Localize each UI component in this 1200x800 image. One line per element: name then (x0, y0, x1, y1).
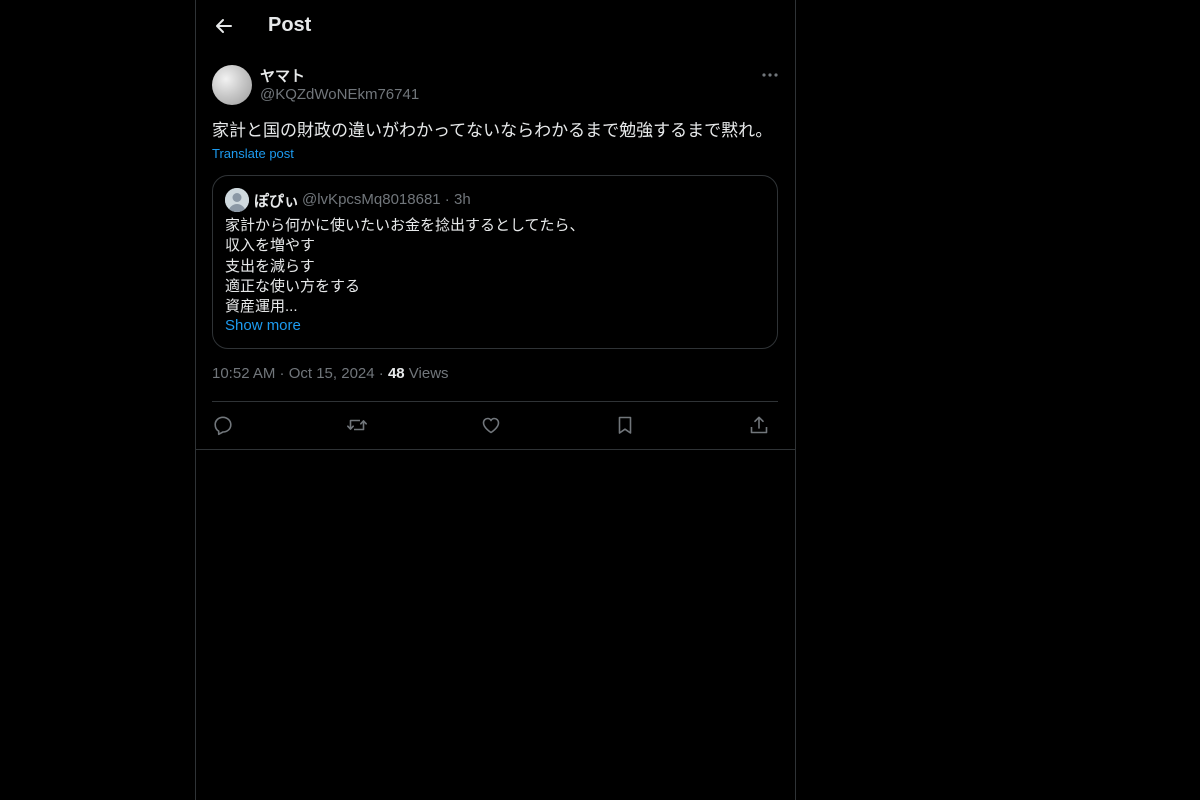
header: Post (196, 0, 795, 53)
share-button[interactable] (748, 414, 770, 436)
divider (196, 449, 795, 450)
quote-text-line: 資産運用... (225, 298, 298, 316)
quote-text-line: 収入を増やす (225, 237, 316, 255)
more-horizontal-icon (762, 73, 778, 77)
bookmark-icon (618, 416, 632, 434)
author-name[interactable]: ヤマト (260, 65, 305, 86)
back-button[interactable] (212, 14, 236, 38)
author-handle[interactable]: @KQZdWoNEkm76741 (260, 86, 419, 103)
translate-post-link[interactable]: Translate post (212, 146, 294, 161)
action-bar (212, 402, 778, 449)
repost-icon (347, 419, 367, 431)
post-text: 家計と国の財政の違いがわかってないならわかるまで勉強するまで黙れ。 (212, 121, 773, 140)
quote-text-line: 家計から何かに使いたいお金を捻出するとしてたら、 (225, 217, 585, 234)
reply-icon (214, 416, 232, 436)
repost-button[interactable] (346, 414, 368, 436)
quote-time-separator: · (440, 191, 454, 208)
more-options-button[interactable] (759, 64, 781, 86)
like-button[interactable] (480, 414, 502, 436)
views-count: 48 (387, 365, 405, 382)
share-icon (750, 416, 768, 434)
views-label: Views (404, 365, 449, 382)
bookmark-button[interactable] (614, 414, 636, 436)
quote-meta: @lvKpcsMq8018681 · 3h (302, 191, 471, 208)
quote-author-handle: @lvKpcsMq8018681 (302, 191, 441, 208)
quote-text: 家計から何かに使いたいお金を捻出するとしてたら、 収入を増やす 支出を減らす 適… (225, 216, 585, 317)
quote-time: 3h (453, 191, 471, 208)
post-metadata: 10:52 AM · Oct 15, 2024 · 48 Views (212, 365, 449, 382)
quote-text-line: 適正な使い方をする (225, 277, 361, 295)
quote-author-name: ぽぴぃ (254, 193, 300, 210)
quoted-post[interactable]: ぽぴぃ @lvKpcsMq8018681 · 3h 家計から何かに使いたいお金を… (212, 175, 778, 349)
like-icon (482, 417, 500, 434)
reply-button[interactable] (212, 414, 234, 436)
quote-text-line: 支出を減らす (225, 257, 315, 275)
page-title: Post (268, 14, 312, 36)
post-timestamp[interactable]: 10:52 AM · Oct 15, 2024 · (212, 365, 388, 382)
quote-avatar (225, 188, 249, 212)
show-more-link[interactable]: Show more (225, 317, 301, 334)
arrow-left-icon (216, 19, 232, 33)
default-avatar-icon (225, 188, 249, 212)
post-column: Post ヤマト @KQZdWoNEkm76741 家計と国の財政の違いがわかっ… (195, 0, 796, 800)
avatar[interactable] (212, 65, 252, 105)
